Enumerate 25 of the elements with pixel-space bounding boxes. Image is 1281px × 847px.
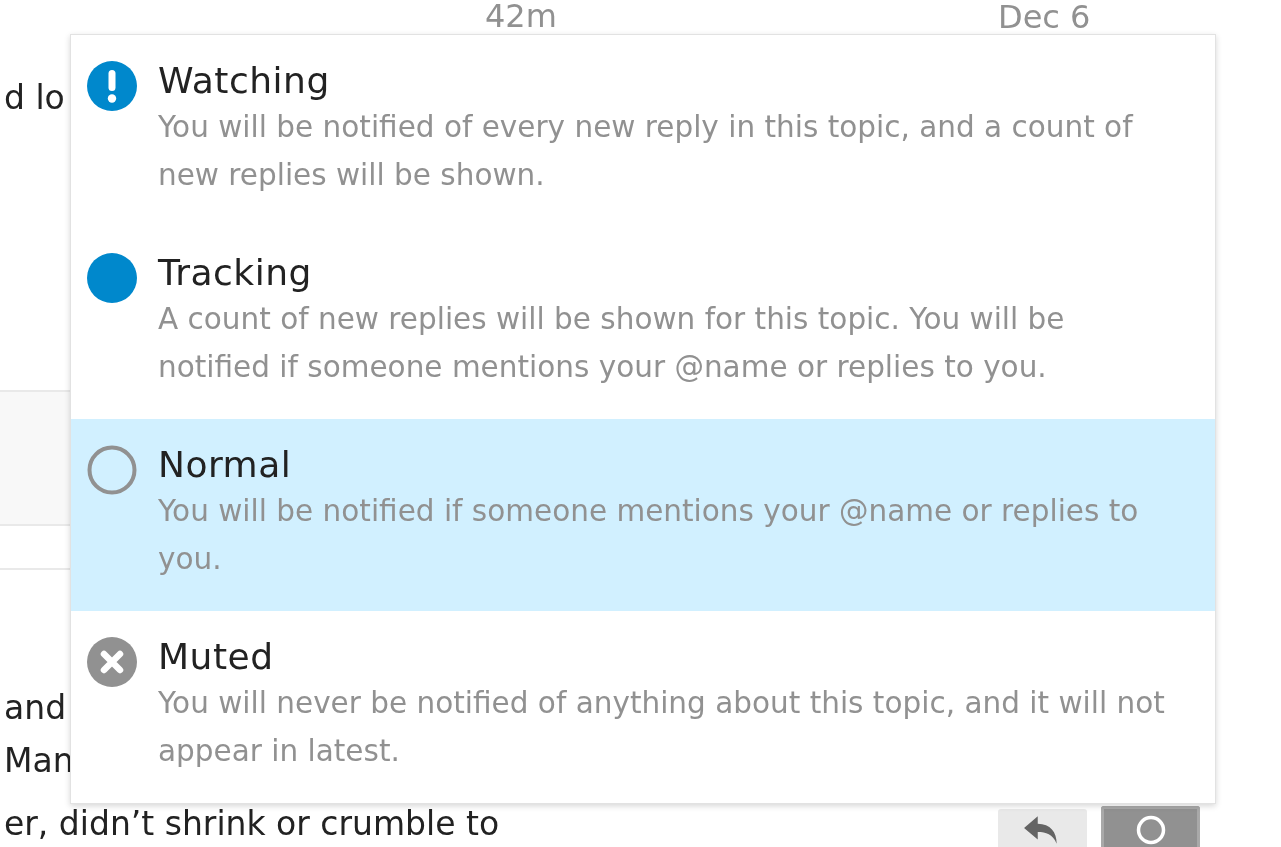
post-text: er, didn’t shrink or crumble to [3,806,500,842]
dot-icon [87,253,137,303]
notification-option[interactable]: Watching You will be notified of every new reply in this topic, and a count of new replies will be shown. [71,35,1215,227]
post-text: Man [3,741,74,782]
option-title: Muted [158,635,274,679]
post-time: 42m [484,0,558,34]
option-description: You will never be notified of anything about this topic, and it will not appear in latest. [158,685,1166,770]
exclamation-icon [87,61,137,111]
notification-button[interactable] [1101,806,1200,847]
option-description: A count of new replies will be shown for this topic. You will be notified if someone mentions your @name or replies to you. [158,301,1066,386]
option-title: Normal [158,443,292,487]
notification-option[interactable]: Normal You will be notified if someone mentions your @name or replies to you. [71,419,1215,611]
option-title: Watching [158,59,330,103]
option-description: You will be notified if someone mentions your @name or replies to you. [158,493,1140,578]
cross-icon [87,637,137,687]
ring-icon [87,445,137,495]
option-description: You will be notified of every new reply in this topic, and a count of new replies will be shown. [158,109,1135,194]
notification-option[interactable]: Muted You will never be notified of anything about this topic, and it will not appear in latest. [71,611,1215,803]
post-text: and [3,688,67,729]
reply-button[interactable] [998,809,1087,847]
option-title: Tracking [158,251,312,295]
ring-icon [1135,815,1166,845]
notification-option[interactable]: Tracking A count of new replies will be shown for this topic. You will be notified if someone mentions your @name or replies to you. [71,227,1215,419]
post-date: Dec 6 [998,1,1091,34]
post-text: d lo [3,78,65,118]
